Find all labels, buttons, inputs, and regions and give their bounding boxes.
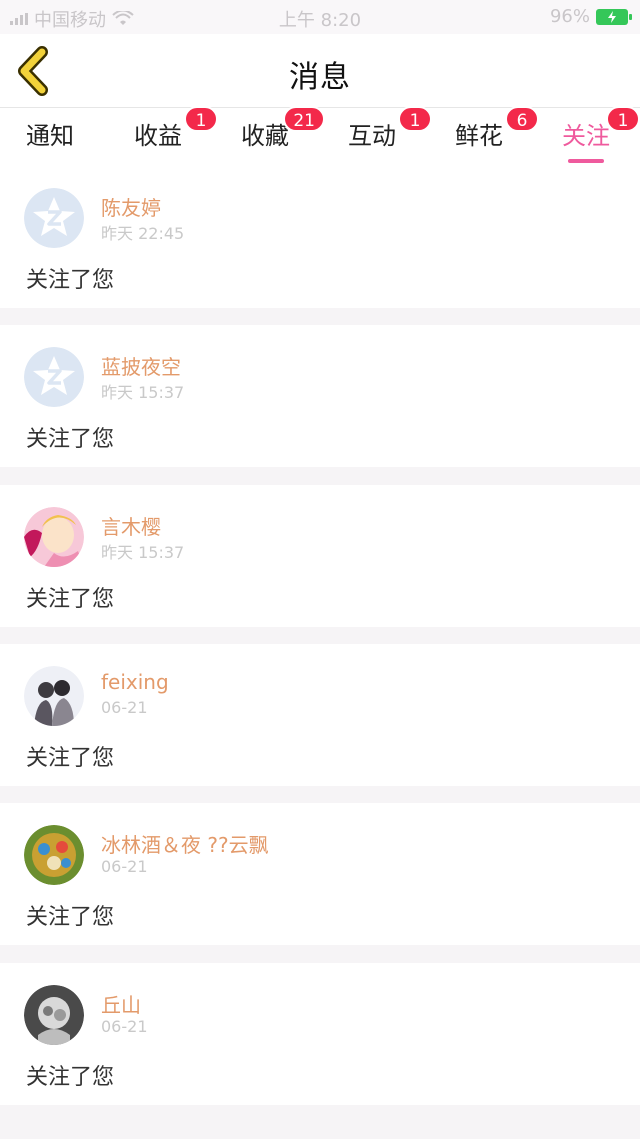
photo-avatar[interactable] xyxy=(24,985,84,1045)
tab-favorites[interactable]: 收藏 21 xyxy=(241,106,325,151)
user-name[interactable]: feixing xyxy=(101,670,169,694)
tab-interaction[interactable]: 互动 1 xyxy=(348,106,432,151)
tab-label: 互动 xyxy=(348,122,396,150)
count-badge: 6 xyxy=(505,106,539,132)
tab-bar: 通知 收益 1 收藏 21 互动 1 鲜花 6 关注 1 xyxy=(0,106,640,166)
page-title: 消息 xyxy=(289,60,351,95)
user-name[interactable]: 蓝披夜空 xyxy=(101,351,181,380)
tab-earnings[interactable]: 收益 1 xyxy=(134,106,218,151)
list-item[interactable]: 陈友婷 昨天 22:45 关注了您 xyxy=(0,166,640,308)
action-text: 关注了您 xyxy=(26,587,115,612)
nav-bar: 消息 xyxy=(0,34,640,108)
tab-notice[interactable]: 通知 xyxy=(26,116,74,151)
timestamp: 昨天 15:37 xyxy=(101,543,185,562)
action-text: 关注了您 xyxy=(26,905,115,930)
photo-avatar[interactable] xyxy=(24,666,84,726)
list-item[interactable]: 蓝披夜空 昨天 15:37 关注了您 xyxy=(0,325,640,467)
status-time: 上午 8:20 xyxy=(278,10,362,31)
user-name[interactable]: 冰林酒＆夜 ??云飘 xyxy=(101,829,269,858)
count-badge: 1 xyxy=(606,106,640,132)
tab-label: 通知 xyxy=(26,122,74,150)
battery-group: 96% xyxy=(549,6,632,27)
user-name[interactable]: 陈友婷 xyxy=(101,192,161,221)
action-text: 关注了您 xyxy=(26,427,115,452)
timestamp: 昨天 22:45 xyxy=(101,224,185,243)
photo-avatar[interactable] xyxy=(24,507,84,567)
active-tab-indicator xyxy=(568,159,604,163)
tab-label: 收藏 xyxy=(241,122,289,150)
user-name[interactable]: 言木樱 xyxy=(101,511,161,540)
action-text: 关注了您 xyxy=(26,1065,115,1090)
tab-label: 鲜花 xyxy=(455,122,503,150)
default-avatar-icon[interactable] xyxy=(24,347,84,407)
count-badge: 21 xyxy=(283,106,325,132)
tab-label: 关注 xyxy=(562,122,610,150)
user-name[interactable]: 丘山 xyxy=(101,989,141,1018)
timestamp: 06-21 xyxy=(101,857,148,876)
timestamp: 06-21 xyxy=(101,698,148,717)
tab-label: 收益 xyxy=(134,122,182,150)
action-text: 关注了您 xyxy=(26,746,115,771)
tab-flowers[interactable]: 鲜花 6 xyxy=(455,106,539,151)
action-text: 关注了您 xyxy=(26,268,115,293)
count-badge: 1 xyxy=(184,106,218,132)
list-item[interactable]: feixing 06-21 关注了您 xyxy=(0,644,640,786)
count-badge: 1 xyxy=(398,106,432,132)
tab-follow[interactable]: 关注 1 xyxy=(562,106,640,163)
photo-avatar[interactable] xyxy=(24,825,84,885)
timestamp: 昨天 15:37 xyxy=(101,383,185,402)
list-item[interactable]: 丘山 06-21 关注了您 xyxy=(0,963,640,1105)
default-avatar-icon[interactable] xyxy=(24,188,84,248)
battery-icon xyxy=(596,8,632,25)
list-item[interactable]: 冰林酒＆夜 ??云飘 06-21 关注了您 xyxy=(0,803,640,945)
battery-percent: 96% xyxy=(549,6,590,27)
list-item[interactable]: 言木樱 昨天 15:37 关注了您 xyxy=(0,485,640,627)
status-bar: 中国移动 上午 8:20 96% xyxy=(0,0,640,34)
timestamp: 06-21 xyxy=(101,1017,148,1036)
